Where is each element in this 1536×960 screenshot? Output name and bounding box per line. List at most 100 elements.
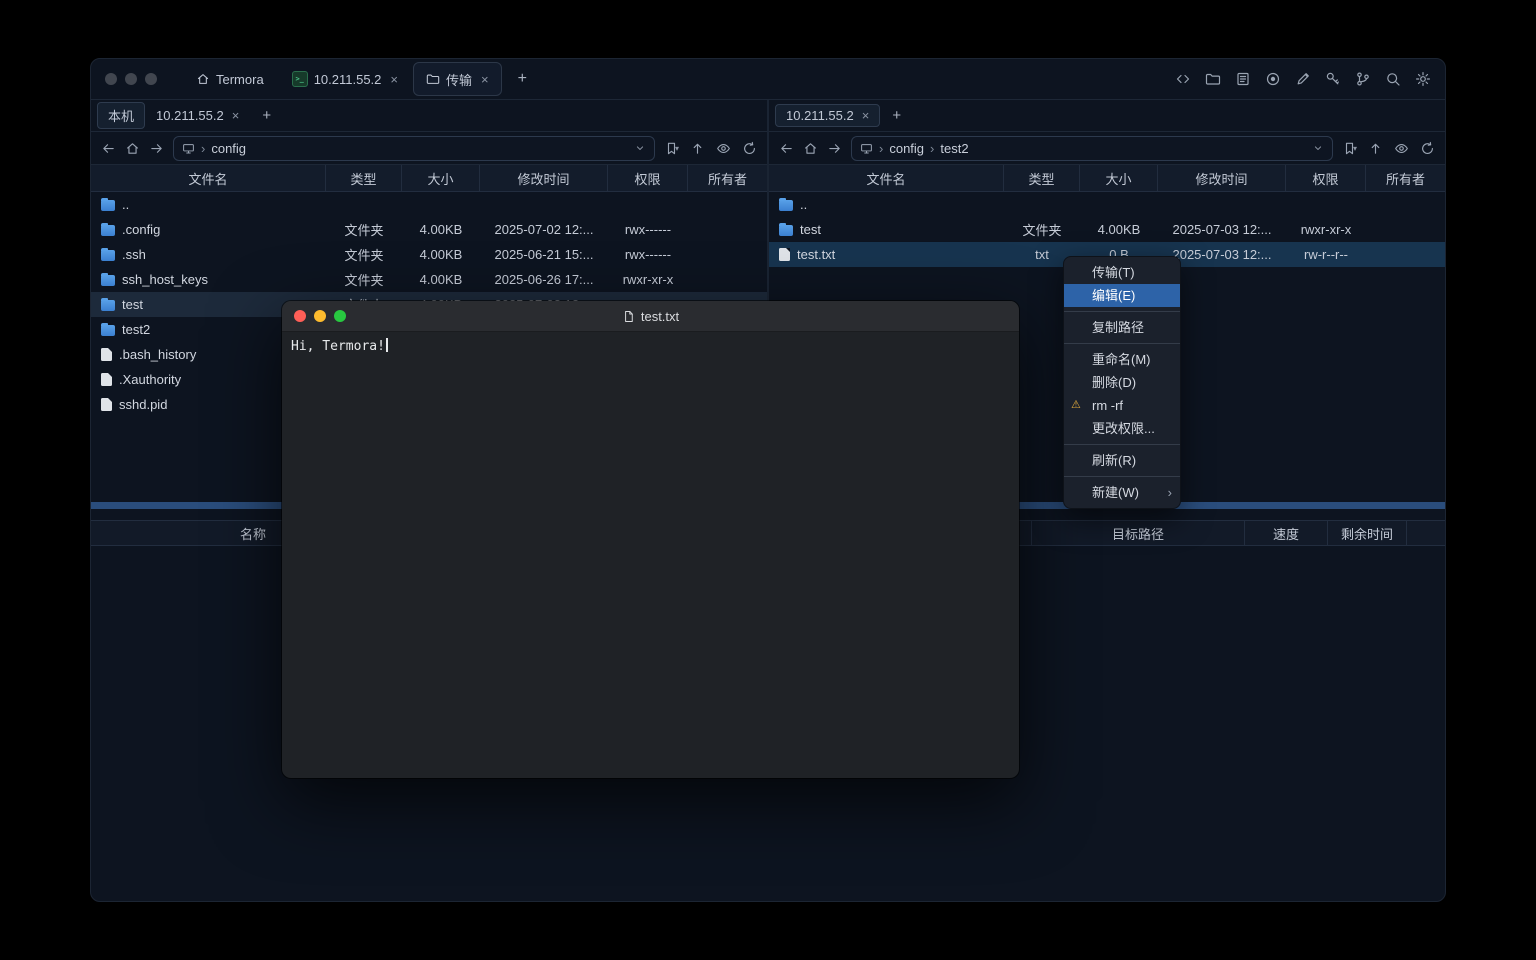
file-type: 文件夹 <box>326 270 402 289</box>
close-tab-icon[interactable]: × <box>862 108 870 123</box>
code-button[interactable] <box>1175 71 1191 87</box>
new-tab-button[interactable]: + <box>514 70 531 88</box>
context-menu-item[interactable]: 删除(D) <box>1064 371 1180 394</box>
log-button[interactable] <box>1235 71 1251 87</box>
transfer-column-header[interactable]: 速度 <box>1244 521 1327 545</box>
file-modified: 2025-07-02 12:... <box>480 222 608 237</box>
context-menu-item[interactable]: ⚠rm -rf <box>1064 394 1180 417</box>
column-header[interactable]: 权限 <box>1286 165 1366 191</box>
context-menu-item[interactable]: 重命名(M) <box>1064 348 1180 371</box>
new-tab-button[interactable]: + <box>888 107 905 124</box>
context-menu-item[interactable]: 传输(T) <box>1064 261 1180 284</box>
titlebar-tab[interactable]: 传输× <box>413 62 502 96</box>
key-manager-button[interactable] <box>1325 71 1341 87</box>
editor-titlebar[interactable]: test.txt <box>282 301 1019 332</box>
refresh-button[interactable] <box>742 141 757 156</box>
refresh-icon <box>1420 141 1435 156</box>
bookmark-button[interactable]: ▾ <box>1342 141 1357 156</box>
path-segment[interactable]: config <box>211 141 246 156</box>
close-window-button[interactable] <box>105 73 117 85</box>
left-panel-path-bar[interactable]: ›config <box>173 136 655 161</box>
column-header[interactable]: 文件名 <box>769 165 1004 191</box>
file-type: 文件夹 <box>326 245 402 264</box>
menu-separator <box>1064 476 1180 477</box>
file-permissions: rwx------ <box>608 247 688 262</box>
right-panel-tab[interactable]: 10.211.55.2× <box>775 104 880 127</box>
context-menu-item[interactable]: 复制路径 <box>1064 316 1180 339</box>
refresh-button[interactable] <box>1420 141 1435 156</box>
new-tab-button[interactable]: + <box>258 107 275 124</box>
chevron-down-icon[interactable] <box>1312 142 1324 154</box>
column-header[interactable]: 所有者 <box>688 165 767 191</box>
editor-close-button[interactable] <box>294 310 306 322</box>
breadcrumb-separator: › <box>879 141 883 156</box>
close-tab-icon[interactable]: × <box>390 72 398 87</box>
file-row[interactable]: .. <box>91 192 767 217</box>
folder-outline-icon <box>1205 71 1221 87</box>
chevron-down-icon[interactable] <box>634 142 646 154</box>
search-button[interactable] <box>1385 71 1401 87</box>
text-cursor <box>386 338 388 352</box>
forward-button[interactable] <box>149 141 164 156</box>
show-hidden-files-button[interactable] <box>716 141 731 156</box>
minimize-window-button[interactable] <box>125 73 137 85</box>
file-row[interactable]: .config文件夹4.00KB2025-07-02 12:...rwx----… <box>91 217 767 242</box>
transfer-column-header[interactable]: 剩余时间 <box>1327 521 1407 545</box>
column-header[interactable]: 权限 <box>608 165 688 191</box>
column-header[interactable]: 类型 <box>326 165 402 191</box>
macro-record-button[interactable] <box>1265 71 1281 87</box>
file-type: 文件夹 <box>1004 220 1080 239</box>
column-header[interactable]: 所有者 <box>1366 165 1445 191</box>
context-menu-item[interactable]: 新建(W)› <box>1064 481 1180 504</box>
file-row[interactable]: .. <box>769 192 1445 217</box>
folder-icon <box>101 300 115 311</box>
home-button[interactable] <box>125 141 140 156</box>
column-header[interactable]: 类型 <box>1004 165 1080 191</box>
home-button[interactable] <box>803 141 818 156</box>
context-menu-item[interactable]: 刷新(R) <box>1064 449 1180 472</box>
screen: Termora>_10.211.55.2×传输×+ 本机10.211.55.2×… <box>0 0 1536 960</box>
forward-icon <box>827 141 842 156</box>
close-tab-icon[interactable]: × <box>481 72 489 87</box>
forward-button[interactable] <box>827 141 842 156</box>
context-menu-item[interactable]: 编辑(E) <box>1064 284 1180 307</box>
file-row[interactable]: test文件夹4.00KB2025-07-03 12:...rwxr-xr-x <box>769 217 1445 242</box>
path-segment[interactable]: test2 <box>940 141 968 156</box>
right-panel-path-bar[interactable]: ›config›test2 <box>851 136 1333 161</box>
parent-directory-button[interactable] <box>1368 141 1383 156</box>
titlebar-tab[interactable]: >_10.211.55.2× <box>279 62 411 96</box>
editor-zoom-button[interactable] <box>334 310 346 322</box>
column-header[interactable]: 修改时间 <box>480 165 608 191</box>
editor-minimize-button[interactable] <box>314 310 326 322</box>
edit-button[interactable] <box>1295 71 1311 87</box>
back-button[interactable] <box>101 141 116 156</box>
column-header[interactable]: 修改时间 <box>1158 165 1286 191</box>
column-header[interactable]: 文件名 <box>91 165 326 191</box>
show-hidden-files-button[interactable] <box>1394 141 1409 156</box>
file-name: .. <box>769 197 1004 212</box>
zoom-window-button[interactable] <box>145 73 157 85</box>
parent-directory-button[interactable] <box>690 141 705 156</box>
keychain-button[interactable] <box>1355 71 1371 87</box>
column-header[interactable]: 大小 <box>1080 165 1158 191</box>
close-tab-icon[interactable]: × <box>232 108 240 123</box>
column-header[interactable]: 大小 <box>402 165 480 191</box>
path-segment[interactable]: config <box>889 141 924 156</box>
file-row[interactable]: .ssh文件夹4.00KB2025-06-21 15:...rwx------ <box>91 242 767 267</box>
sftp-button[interactable] <box>1205 71 1221 87</box>
transfer-column-header[interactable]: 目标路径 <box>1031 521 1244 545</box>
window-controls <box>105 73 157 85</box>
folder-outline-icon <box>426 72 440 86</box>
left-panel-tab[interactable]: 10.211.55.2× <box>145 104 250 127</box>
file-permissions: rwx------ <box>608 222 688 237</box>
left-panel-tab[interactable]: 本机 <box>97 102 145 129</box>
file-row[interactable]: ssh_host_keys文件夹4.00KB2025-06-26 17:...r… <box>91 267 767 292</box>
settings-button[interactable] <box>1415 71 1431 87</box>
editor-content[interactable]: Hi, Termora! <box>282 332 1019 778</box>
bookmark-button[interactable]: ▾ <box>664 141 679 156</box>
context-menu-item[interactable]: 更改权限... <box>1064 417 1180 440</box>
titlebar-tab[interactable]: Termora <box>183 62 277 96</box>
back-button[interactable] <box>779 141 794 156</box>
context-menu: 传输(T)编辑(E) 复制路径重命名(M)删除(D)⚠rm -rf更改权限... 刷… <box>1063 256 1181 509</box>
search-icon <box>1385 71 1401 87</box>
